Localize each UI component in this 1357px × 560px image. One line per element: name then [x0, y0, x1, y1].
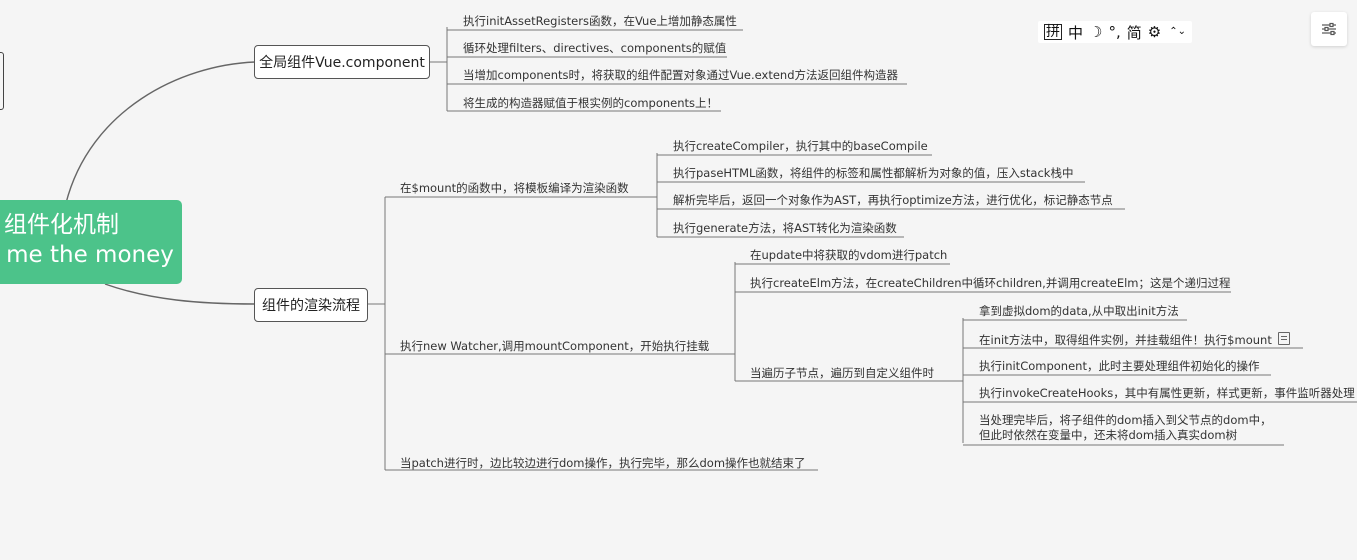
- subtopic-generate[interactable]: 执行generate方法，将AST转化为渲染函数: [673, 221, 897, 236]
- subtopic-traverse-children[interactable]: 当遍历子节点，遍历到自定义组件时: [750, 366, 934, 381]
- subtopic-get-init[interactable]: 拿到虚拟dom的data,从中取出init方法: [979, 304, 1179, 319]
- subtopic-patch[interactable]: 当patch进行时，边比较边进行dom操作，执行完毕，那么dom操作也就结束了: [400, 456, 806, 471]
- chinese-mode-toggle[interactable]: 中: [1068, 22, 1083, 43]
- mindmap-canvas[interactable]: 组件化机制 w me the money 全局组件Vue.component 执…: [0, 0, 1357, 560]
- sliders-icon: [1322, 22, 1336, 36]
- subtopic-new-watcher[interactable]: 执行new Watcher,调用mountComponent，开始执行挂载: [400, 339, 709, 354]
- ime-toolbar: 拼 中 ☽ °, 简 ⚙ ⌃⌄: [1038, 21, 1192, 43]
- simplified-toggle[interactable]: 简: [1127, 22, 1142, 43]
- gear-icon[interactable]: ⚙: [1148, 23, 1161, 41]
- subtopic-ast-optimize[interactable]: 解析完毕后，返回一个对象作为AST，再执行optimize方法，进行优化，标记静…: [673, 193, 1113, 208]
- subtopic-init-mount[interactable]: 在init方法中，取得组件实例，并挂载组件！执行$mount: [979, 332, 1290, 348]
- subtopic-create-elm[interactable]: 执行createElm方法，在createChildren中循环children…: [750, 276, 1230, 291]
- subtopic-invoke-create-hooks[interactable]: 执行invokeCreateHooks，其中有属性更新，样式更新，事件监听器处理: [979, 386, 1355, 401]
- topic-global-component[interactable]: 全局组件Vue.component: [254, 45, 430, 79]
- note-icon[interactable]: [1277, 332, 1290, 345]
- keyboard-icon[interactable]: 拼: [1044, 24, 1062, 40]
- root-topic[interactable]: 组件化机制 w me the money: [0, 200, 182, 284]
- subtopic-init-mount-text: 在init方法中，取得组件实例，并挂载组件！执行$mount: [979, 333, 1272, 347]
- punctuation-toggle[interactable]: °,: [1108, 23, 1120, 41]
- subtopic-init-component[interactable]: 执行initComponent，此时主要处理组件初始化的操作: [979, 359, 1259, 374]
- subtopic-insert-dom[interactable]: 当处理完毕后，将子组件的dom插入到父节点的dom中，但此时依然在变量中，还未将…: [979, 413, 1279, 443]
- moon-icon[interactable]: ☽: [1089, 23, 1102, 41]
- subtopic-loop-filters[interactable]: 循环处理filters、directives、components的赋值: [463, 41, 726, 56]
- subtopic-mount-compile[interactable]: 在$mount的函数中，将模板编译为渲染函数: [400, 181, 629, 196]
- subtopic-init-asset-registers[interactable]: 执行initAssetRegisters函数，在Vue上增加静态属性: [463, 14, 737, 29]
- subtopic-assign-root-components[interactable]: 将生成的构造器赋值于根实例的components上！: [463, 96, 718, 111]
- subtopic-create-compiler[interactable]: 执行createCompiler，执行其中的baseCompile: [673, 139, 928, 154]
- root-topic-line1: 组件化机制: [4, 212, 119, 238]
- subtopic-update-patch[interactable]: 在update中将获取的vdom进行patch: [750, 248, 947, 263]
- chevron-updown-icon[interactable]: ⌃⌄: [1169, 27, 1186, 37]
- subtopic-vue-extend[interactable]: 当增加components时，将获取的组件配置对象通过Vue.extend方法返…: [463, 68, 898, 83]
- collapsed-node-stub[interactable]: [0, 52, 4, 110]
- subtopic-parse-html[interactable]: 执行paseHTML函数，将组件的标签和属性都解析为对象的值，压入stack栈中: [673, 166, 1073, 181]
- topic-render-flow[interactable]: 组件的渲染流程: [254, 288, 368, 322]
- settings-button[interactable]: [1311, 12, 1347, 46]
- root-topic-line2: w me the money: [0, 242, 174, 268]
